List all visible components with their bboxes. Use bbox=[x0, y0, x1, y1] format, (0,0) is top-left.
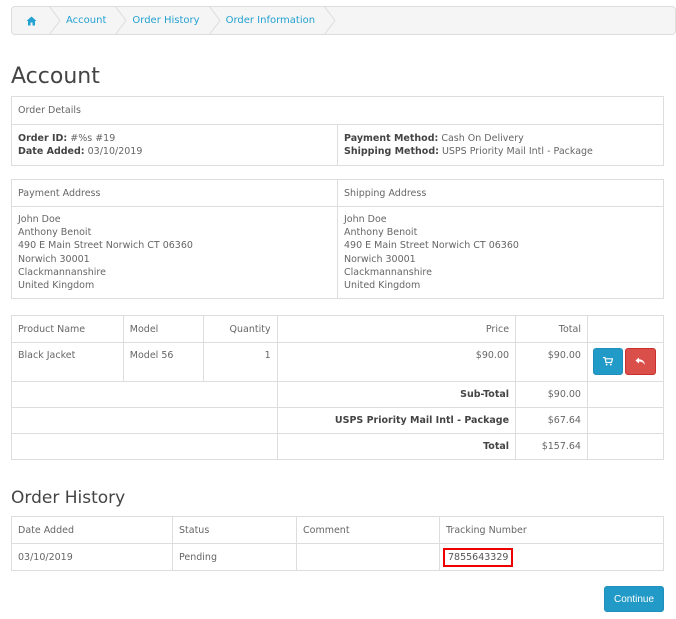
method-info-cell: Payment Method: Cash On Delivery Shippin… bbox=[337, 124, 664, 166]
tracking-number: 7855643329 bbox=[443, 547, 514, 567]
payment-address-heading: Payment Address bbox=[11, 179, 338, 207]
reply-icon bbox=[635, 357, 645, 365]
product-model: Model 56 bbox=[122, 342, 204, 382]
breadcrumb-separator bbox=[323, 7, 337, 34]
address-line: United Kingdom bbox=[344, 280, 421, 292]
totals-spacer bbox=[11, 381, 278, 408]
address-line: John Doe bbox=[18, 214, 61, 225]
col-header-comment: Comment bbox=[296, 516, 440, 544]
grand-total-value: $157.64 bbox=[515, 433, 588, 460]
breadcrumb-order-information[interactable]: Order Information bbox=[222, 7, 323, 34]
totals-row: USPS Priority Mail Intl - Package $67.64 bbox=[11, 407, 665, 434]
breadcrumb-order-history-label: Order History bbox=[132, 15, 200, 26]
address-line: Norwich 30001 bbox=[344, 253, 416, 265]
address-line: Anthony Benoit bbox=[18, 227, 92, 239]
breadcrumb-order-information-label: Order Information bbox=[225, 15, 316, 26]
product-actions bbox=[586, 342, 665, 382]
product-total: $90.00 bbox=[515, 342, 588, 382]
totals-spacer bbox=[11, 433, 278, 460]
shipping-address-block: John Doe Anthony Benoit 490 E Main Stree… bbox=[337, 205, 664, 300]
col-header-model: Model bbox=[122, 315, 204, 343]
address-line: Anthony Benoit bbox=[344, 227, 418, 239]
payment-address-block: John Doe Anthony Benoit 490 E Main Stree… bbox=[11, 205, 338, 300]
breadcrumb-separator bbox=[114, 7, 128, 34]
product-quantity: 1 bbox=[202, 342, 278, 382]
shipping-method-label: Shipping Method: bbox=[344, 146, 439, 157]
breadcrumb-separator bbox=[208, 7, 222, 34]
shipping-total-value: $67.64 bbox=[515, 407, 588, 434]
payment-method-label: Payment Method: bbox=[344, 133, 439, 144]
order-id-value: #%s #19 bbox=[70, 133, 116, 144]
product-price: $90.00 bbox=[276, 342, 517, 382]
breadcrumb-account-label: Account bbox=[66, 15, 107, 26]
reorder-button[interactable] bbox=[592, 348, 623, 375]
table-row: 03/10/2019 Pending 7855643329 bbox=[11, 543, 664, 571]
shipping-method-value: USPS Priority Mail Intl - Package bbox=[441, 146, 593, 157]
order-history-table: Date Added Status Comment Tracking Numbe… bbox=[11, 516, 664, 571]
history-comment bbox=[296, 543, 440, 571]
col-header-total: Total bbox=[515, 315, 588, 343]
date-added-value: 03/10/2019 bbox=[87, 146, 143, 157]
totals-empty bbox=[586, 433, 665, 460]
home-icon bbox=[26, 16, 36, 25]
col-header-price: Price bbox=[276, 315, 517, 343]
address-line: Norwich 30001 bbox=[18, 253, 90, 265]
col-header-date-added: Date Added bbox=[11, 516, 173, 544]
addresses-table: Payment Address Shipping Address John Do… bbox=[11, 179, 664, 300]
subtotal-label: Sub-Total bbox=[276, 381, 517, 408]
history-date: 03/10/2019 bbox=[11, 543, 173, 571]
totals-empty bbox=[586, 407, 665, 434]
shopping-cart-icon bbox=[602, 357, 613, 366]
grand-total-label: Total bbox=[276, 433, 517, 460]
address-line: 490 E Main Street Norwich CT 06360 bbox=[344, 240, 519, 252]
col-header-actions bbox=[586, 315, 665, 343]
address-line: Clackmannanshire bbox=[344, 266, 432, 278]
order-id-label: Order ID: bbox=[18, 133, 68, 144]
totals-spacer bbox=[11, 407, 278, 434]
totals-row: Total $157.64 bbox=[11, 433, 665, 460]
order-history-title: Order History bbox=[11, 488, 126, 508]
shipping-total-label: USPS Priority Mail Intl - Package bbox=[276, 407, 517, 434]
order-info-cell: Order ID: #%s #19 Date Added: 03/10/2019 bbox=[11, 124, 338, 166]
date-added-label: Date Added: bbox=[18, 146, 85, 157]
totals-row: Sub-Total $90.00 bbox=[11, 381, 665, 408]
address-line: John Doe bbox=[344, 214, 387, 225]
col-header-status: Status bbox=[172, 516, 297, 544]
totals-empty bbox=[586, 381, 665, 408]
order-details-table: Order Details Order ID: #%s #19 Date Add… bbox=[11, 96, 664, 166]
payment-method-value: Cash On Delivery bbox=[441, 133, 524, 144]
col-header-tracking-number: Tracking Number bbox=[439, 516, 664, 544]
address-line: United Kingdom bbox=[18, 280, 95, 292]
breadcrumb-separator bbox=[48, 7, 62, 34]
order-details-heading: Order Details bbox=[11, 96, 664, 125]
page-title: Account bbox=[11, 64, 100, 89]
breadcrumb-home[interactable] bbox=[12, 7, 48, 34]
continue-button[interactable]: Continue bbox=[604, 586, 664, 612]
table-row: Black Jacket Model 56 1 $90.00 $90.00 bbox=[11, 342, 665, 382]
product-name: Black Jacket bbox=[11, 342, 124, 382]
shipping-address-heading: Shipping Address bbox=[337, 179, 664, 207]
col-header-product-name: Product Name bbox=[11, 315, 124, 343]
breadcrumb: Account Order History Order Information bbox=[11, 6, 676, 35]
history-tracking-cell: 7855643329 bbox=[439, 543, 664, 571]
breadcrumb-account[interactable]: Account bbox=[62, 7, 114, 34]
return-button[interactable] bbox=[624, 348, 656, 375]
subtotal-value: $90.00 bbox=[515, 381, 588, 408]
history-status: Pending bbox=[172, 543, 297, 571]
address-line: Clackmannanshire bbox=[18, 266, 106, 278]
products-table: Product Name Model Quantity Price Total … bbox=[11, 315, 665, 460]
col-header-quantity: Quantity bbox=[202, 315, 278, 343]
breadcrumb-order-history[interactable]: Order History bbox=[128, 7, 207, 34]
address-line: 490 E Main Street Norwich CT 06360 bbox=[18, 240, 193, 252]
